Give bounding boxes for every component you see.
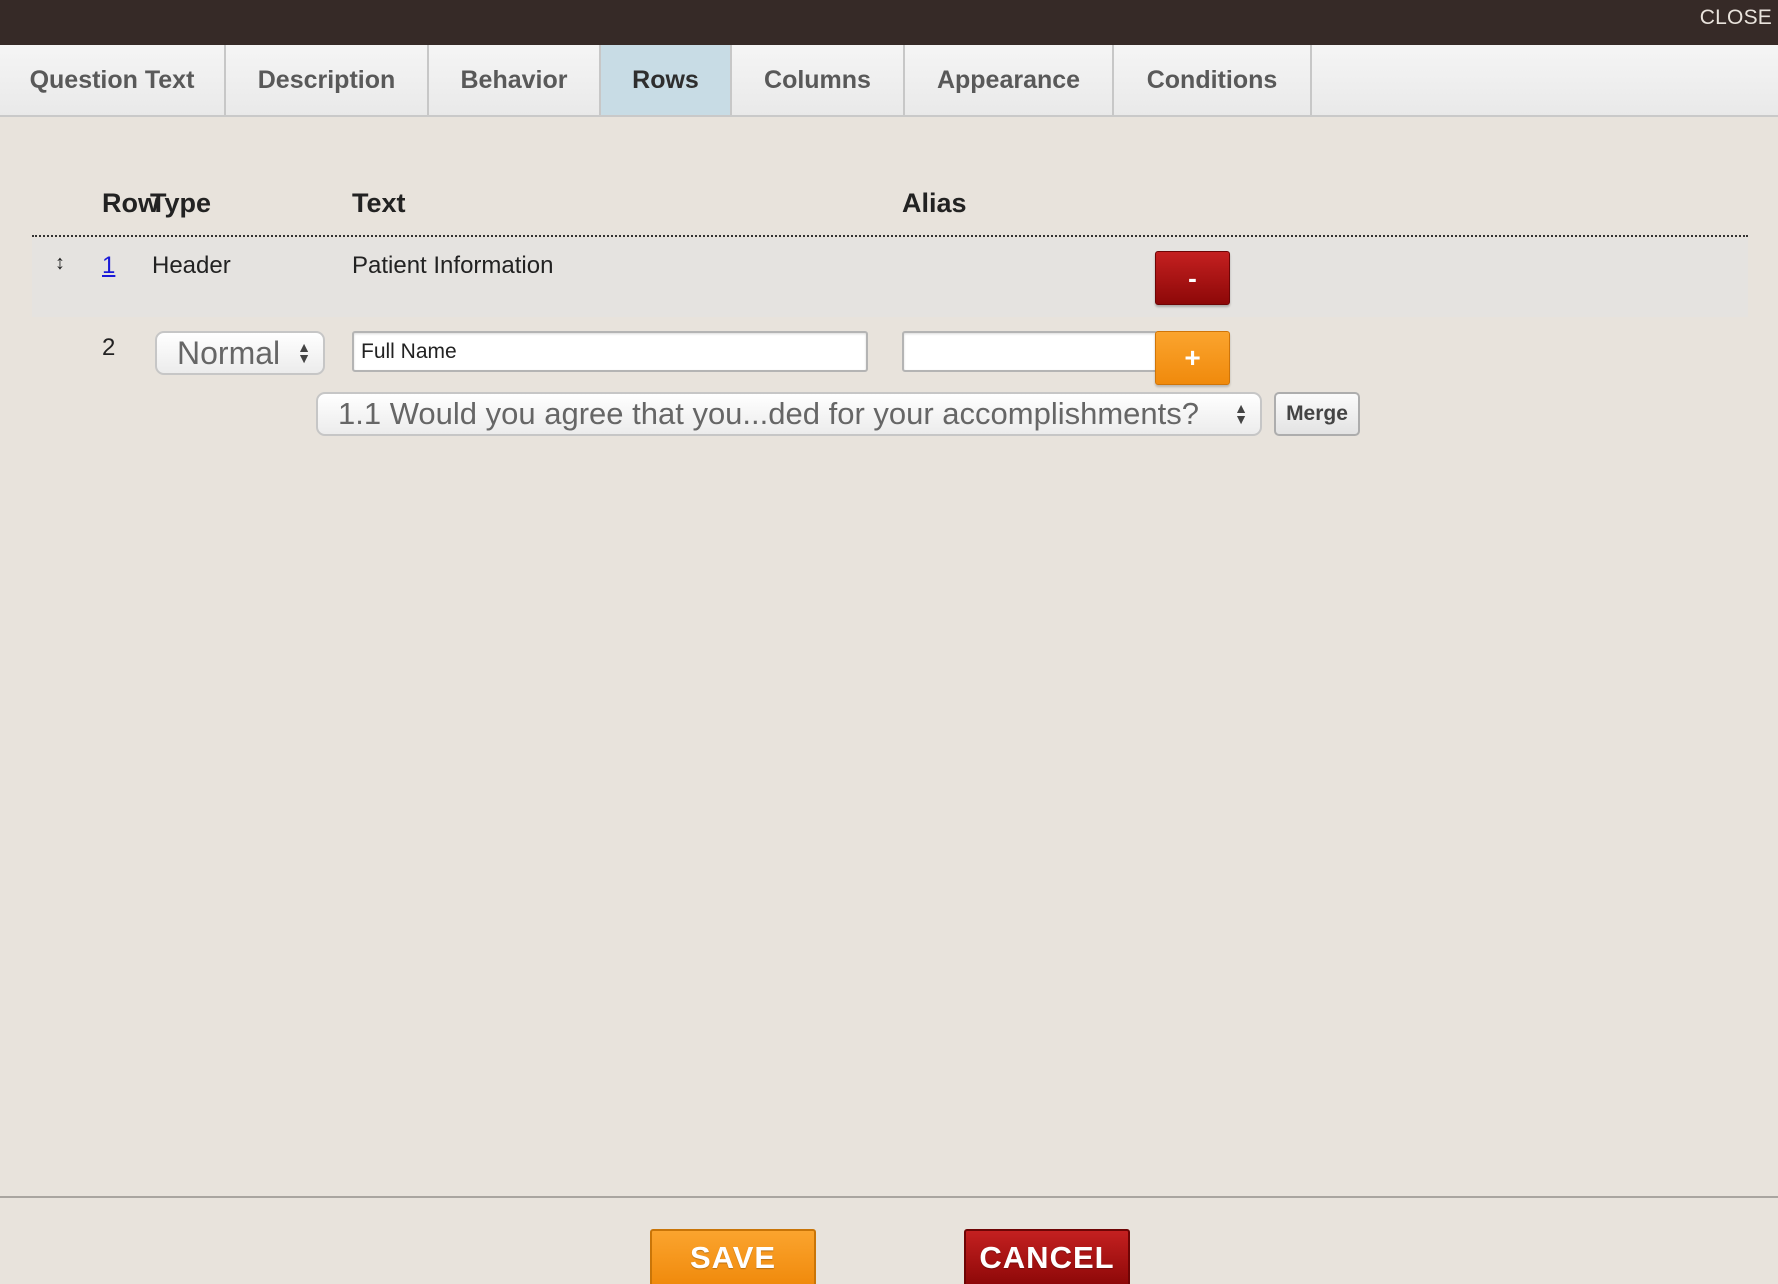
title-bar: CLOSE [0,0,1778,45]
row-number: 2 [102,334,116,361]
remove-row-button[interactable]: - [1155,251,1230,305]
add-row-button[interactable]: + [1155,331,1230,385]
row-alias-input[interactable] [902,331,1158,372]
row-type-label: Header [152,252,231,279]
select-arrows-icon: ▲ ▼ [297,339,311,366]
close-button[interactable]: CLOSE [1700,6,1772,30]
row-number-link[interactable]: 1 [102,252,115,280]
cancel-button[interactable]: CANCEL [964,1229,1130,1284]
row-type-selected: Normal [177,334,281,371]
tab-appearance[interactable]: Appearance [905,45,1114,115]
tab-columns[interactable]: Columns [732,45,905,115]
save-button[interactable]: SAVE [650,1229,816,1284]
header-divider [32,235,1748,237]
tab-rows[interactable]: Rows [601,45,732,115]
row-type-select[interactable]: Normal ▲ ▼ [155,331,325,375]
tab-bar: Question Text Description Behavior Rows … [0,45,1778,117]
tab-question-text[interactable]: Question Text [0,45,226,115]
row-text-input[interactable] [352,331,868,372]
select-arrows-icon: ▲ ▼ [1234,400,1248,427]
tab-description[interactable]: Description [226,45,429,115]
tab-behavior[interactable]: Behavior [429,45,601,115]
table-row [32,238,1748,317]
tab-conditions[interactable]: Conditions [1114,45,1312,115]
column-header-alias: Alias [902,188,967,218]
drag-handle-icon[interactable]: ↕ [55,252,65,275]
column-header-text: Text [352,188,406,218]
merge-question-select[interactable]: 1.1 Would you agree that you...ded for y… [316,392,1262,436]
footer-divider [0,1196,1778,1198]
merge-question-selected: 1.1 Would you agree that you...ded for y… [338,396,1200,431]
merge-button[interactable]: Merge [1274,392,1360,436]
row-text-label: Patient Information [352,252,554,279]
column-header-type: Type [150,188,212,218]
